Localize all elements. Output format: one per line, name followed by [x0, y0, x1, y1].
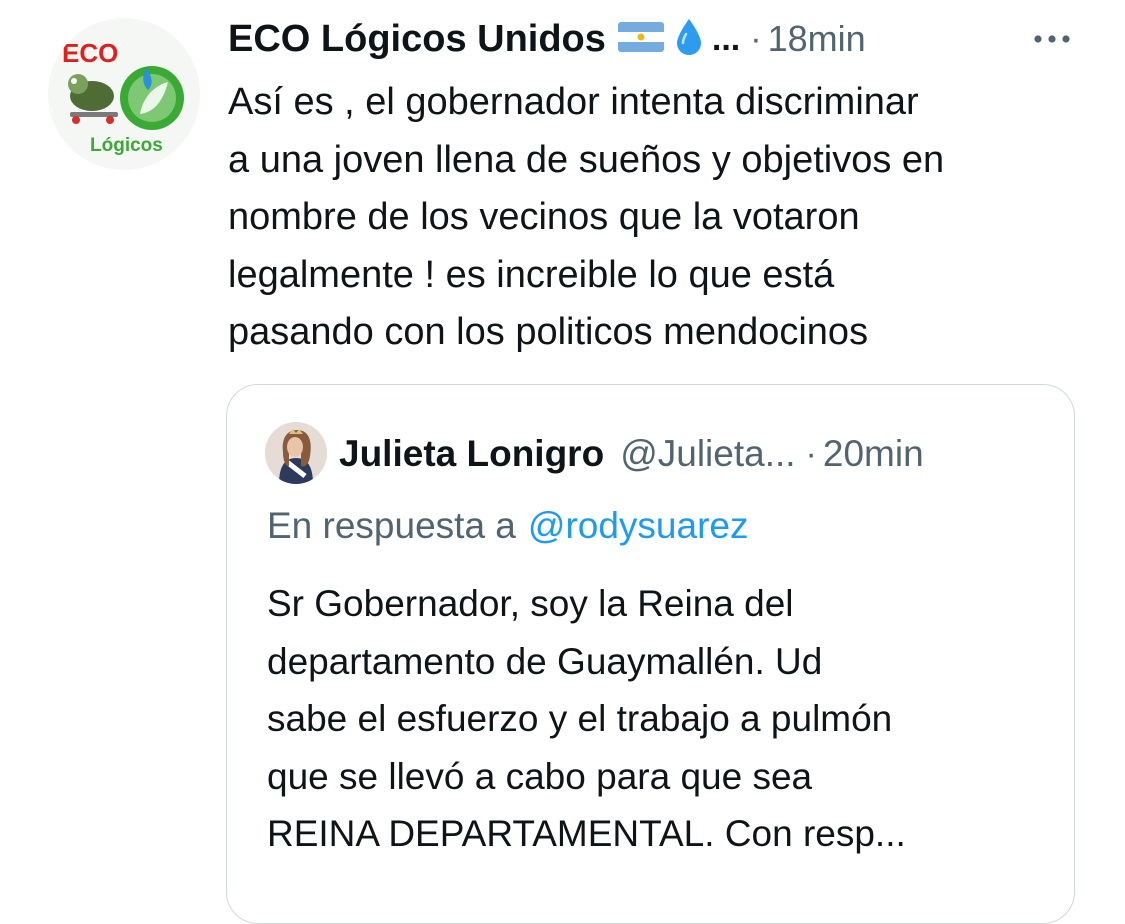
quoted-text-line: departamento de Guaymallén. Ud: [267, 640, 823, 682]
quoted-tweet-header: Julieta Lonigro @Julieta... · 20min: [339, 429, 924, 479]
tweet-text-line: nombre de los vecinos que la votaron: [228, 196, 860, 238]
eco-logicos-logo-icon: ECO Lógicos: [48, 18, 200, 170]
tweet-text: Así es , el gobernador intenta discrimin…: [228, 74, 1098, 362]
quoted-text-line: REINA DEPARTAMENTAL. Con resp...: [267, 813, 906, 854]
tweet-text-line: pasando con los politicos mendocinos: [228, 311, 869, 353]
quoted-tweet-text: Sr Gobernador, soy la Reina del departam…: [267, 575, 1057, 863]
author-display-name[interactable]: ECO Lógicos Unidos: [228, 18, 606, 61]
reply-prefix: En respuesta a: [267, 505, 516, 546]
quoted-meta-separator: ·: [805, 434, 817, 473]
quoted-author-handle[interactable]: @Julieta...: [620, 433, 795, 475]
logo-text-eco: ECO: [62, 38, 118, 68]
droplet-icon: [674, 17, 704, 62]
tweet-header: ECO Lógicos Unidos ... · 18min: [228, 14, 1088, 64]
logo-text-logicos: Lógicos: [90, 135, 163, 156]
tweet-text-line: legalmente ! es increible lo que está: [228, 253, 835, 296]
quoted-text-line: que se llevó a cabo para que sea: [267, 755, 813, 797]
eco-logicos-avatar[interactable]: ECO Lógicos: [48, 18, 200, 170]
argentina-flag-icon: [617, 21, 664, 57]
tweet-timestamp[interactable]: 18min: [768, 18, 866, 60]
reply-context: En respuesta a @rodysuarez: [267, 505, 748, 547]
meta-separator: ·: [750, 19, 762, 58]
quoted-text-line: sabe el esfuerzo y el trabajo a pulmón: [267, 698, 893, 739]
name-truncation: ...: [711, 19, 741, 58]
quoted-text-line: Sr Gobernador, soy la Reina del: [267, 583, 794, 624]
more-options-icon[interactable]: [1030, 24, 1074, 54]
reply-handle-link[interactable]: @rodysuarez: [528, 505, 749, 546]
tweet-text-line: Así es , el gobernador intenta discrimin…: [228, 81, 919, 123]
quoted-author-name[interactable]: Julieta Lonigro: [339, 433, 604, 475]
tweet-text-line: a una joven llena de sueños y objetivos …: [228, 138, 945, 181]
quoted-tweet-timestamp[interactable]: 20min: [823, 433, 924, 475]
quoted-tweet-card[interactable]: Julieta Lonigro @Julieta... · 20min En r…: [226, 384, 1075, 924]
user-avatar-photo[interactable]: [265, 422, 327, 484]
